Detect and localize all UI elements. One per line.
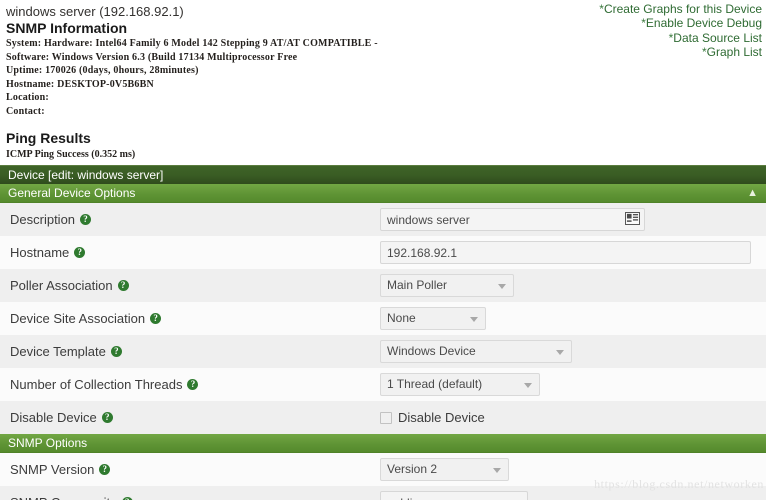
snmp-options-header[interactable]: SNMP Options [0, 434, 766, 453]
collection-threads-value: 1 Thread (default) [387, 377, 483, 391]
help-icon[interactable]: ? [99, 464, 111, 475]
field-disable-device: Disable Device [380, 410, 766, 425]
ping-results-heading: Ping Results [6, 130, 91, 146]
chevron-down-icon [493, 467, 501, 473]
link-create-graphs-label: Create Graphs for this Device [603, 2, 762, 16]
snmp-line-hostname: Hostname: DESKTOP-0V5B6BN [6, 78, 154, 90]
device-template-value: Windows Device [387, 344, 476, 358]
row-poller-association: Poller Association ? Main Poller [0, 269, 766, 302]
device-action-links: *Create Graphs for this Device *Enable D… [599, 2, 762, 59]
field-device-site-association: None [380, 307, 766, 330]
device-edit-panel: Device [edit: windows server] General De… [0, 165, 766, 500]
description-input-wrapper [380, 208, 645, 231]
label-snmp-community: SNMP Community ? [10, 495, 380, 500]
label-device-template: Device Template ? [10, 344, 380, 359]
snmp-community-input[interactable] [380, 491, 528, 500]
snmp-version-select[interactable]: Version 2 [380, 458, 509, 481]
link-data-source-list[interactable]: *Data Source List [599, 31, 762, 45]
disable-device-checkbox-wrapper[interactable]: Disable Device [380, 410, 485, 425]
field-description [380, 208, 766, 231]
label-poller-association: Poller Association ? [10, 278, 380, 293]
help-icon[interactable]: ? [187, 379, 199, 390]
contact-card-icon[interactable] [625, 212, 640, 225]
page-root: *Create Graphs for this Device *Enable D… [0, 0, 766, 500]
help-icon[interactable]: ? [101, 412, 113, 423]
chevron-down-icon [470, 316, 478, 322]
label-device-site-association-text: Device Site Association [10, 311, 146, 326]
field-snmp-version: Version 2 [380, 458, 766, 481]
poller-association-select[interactable]: Main Poller [380, 274, 514, 297]
device-template-select[interactable]: Windows Device [380, 340, 572, 363]
label-disable-device: Disable Device ? [10, 410, 380, 425]
snmp-options-label: SNMP Options [8, 436, 88, 450]
chevron-down-icon [524, 382, 532, 388]
row-device-site-association: Device Site Association ? None [0, 302, 766, 335]
description-input[interactable] [380, 208, 645, 231]
collection-threads-select[interactable]: 1 Thread (default) [380, 373, 540, 396]
row-snmp-version: SNMP Version ? Version 2 [0, 453, 766, 486]
field-snmp-community [380, 491, 766, 500]
chevron-down-icon [498, 283, 506, 289]
panel-title-bar: Device [edit: windows server] [0, 165, 766, 184]
field-device-template: Windows Device [380, 340, 766, 363]
row-hostname: Hostname ? [0, 236, 766, 269]
snmp-line-contact: Contact: [6, 105, 45, 117]
label-hostname: Hostname ? [10, 245, 380, 260]
label-snmp-version-text: SNMP Version [10, 462, 95, 477]
help-icon[interactable]: ? [117, 280, 129, 291]
row-device-template: Device Template ? Windows Device [0, 335, 766, 368]
link-enable-device-debug[interactable]: *Enable Device Debug [599, 16, 762, 30]
hostname-input[interactable] [380, 241, 751, 264]
link-data-source-list-label: Data Source List [673, 30, 762, 45]
field-hostname [380, 241, 766, 264]
snmp-version-value: Version 2 [387, 462, 438, 476]
chevron-down-icon [556, 349, 564, 355]
device-site-association-select[interactable]: None [380, 307, 486, 330]
chevron-up-icon[interactable]: ▲ [747, 184, 758, 203]
link-enable-device-debug-label: Enable Device Debug [645, 16, 762, 31]
row-description: Description ? [0, 203, 766, 236]
label-device-site-association: Device Site Association ? [10, 311, 380, 326]
field-poller-association: Main Poller [380, 274, 766, 297]
link-create-graphs[interactable]: *Create Graphs for this Device [599, 2, 762, 16]
row-snmp-community: SNMP Community ? [0, 486, 766, 500]
disable-device-checkbox-label: Disable Device [398, 410, 485, 425]
device-site-association-value: None [387, 311, 416, 325]
link-graph-list-label: Graph List [706, 44, 762, 59]
label-device-template-text: Device Template [10, 344, 106, 359]
device-info-section: *Create Graphs for this Device *Enable D… [0, 0, 766, 161]
disable-device-checkbox[interactable] [380, 411, 392, 424]
help-icon[interactable]: ? [74, 247, 86, 258]
row-disable-device: Disable Device ? Disable Device [0, 401, 766, 434]
help-icon[interactable]: ? [110, 346, 122, 357]
row-collection-threads: Number of Collection Threads ? 1 Thread … [0, 368, 766, 401]
label-description: Description ? [10, 212, 380, 227]
help-icon[interactable]: ? [150, 313, 162, 324]
help-icon[interactable]: ? [80, 214, 92, 225]
label-poller-association-text: Poller Association [10, 278, 113, 293]
label-disable-device-text: Disable Device [10, 410, 97, 425]
general-device-options-header[interactable]: General Device Options ▲ [0, 184, 766, 203]
label-snmp-community-text: SNMP Community [10, 495, 117, 500]
ping-result-text: ICMP Ping Success (0.352 ms) [6, 149, 136, 160]
poller-association-value: Main Poller [387, 278, 448, 292]
label-collection-threads-text: Number of Collection Threads [10, 377, 183, 392]
link-graph-list[interactable]: *Graph List [599, 45, 762, 59]
general-device-options-label: General Device Options [8, 186, 136, 200]
label-hostname-text: Hostname [10, 245, 70, 260]
snmp-line-uptime: Uptime: 170026 (0days, 0hours, 28minutes… [6, 65, 199, 76]
label-snmp-version: SNMP Version ? [10, 462, 380, 477]
label-description-text: Description [10, 212, 76, 227]
field-collection-threads: 1 Thread (default) [380, 373, 766, 396]
snmp-line-location: Location: [6, 92, 49, 103]
label-collection-threads: Number of Collection Threads ? [10, 377, 380, 392]
